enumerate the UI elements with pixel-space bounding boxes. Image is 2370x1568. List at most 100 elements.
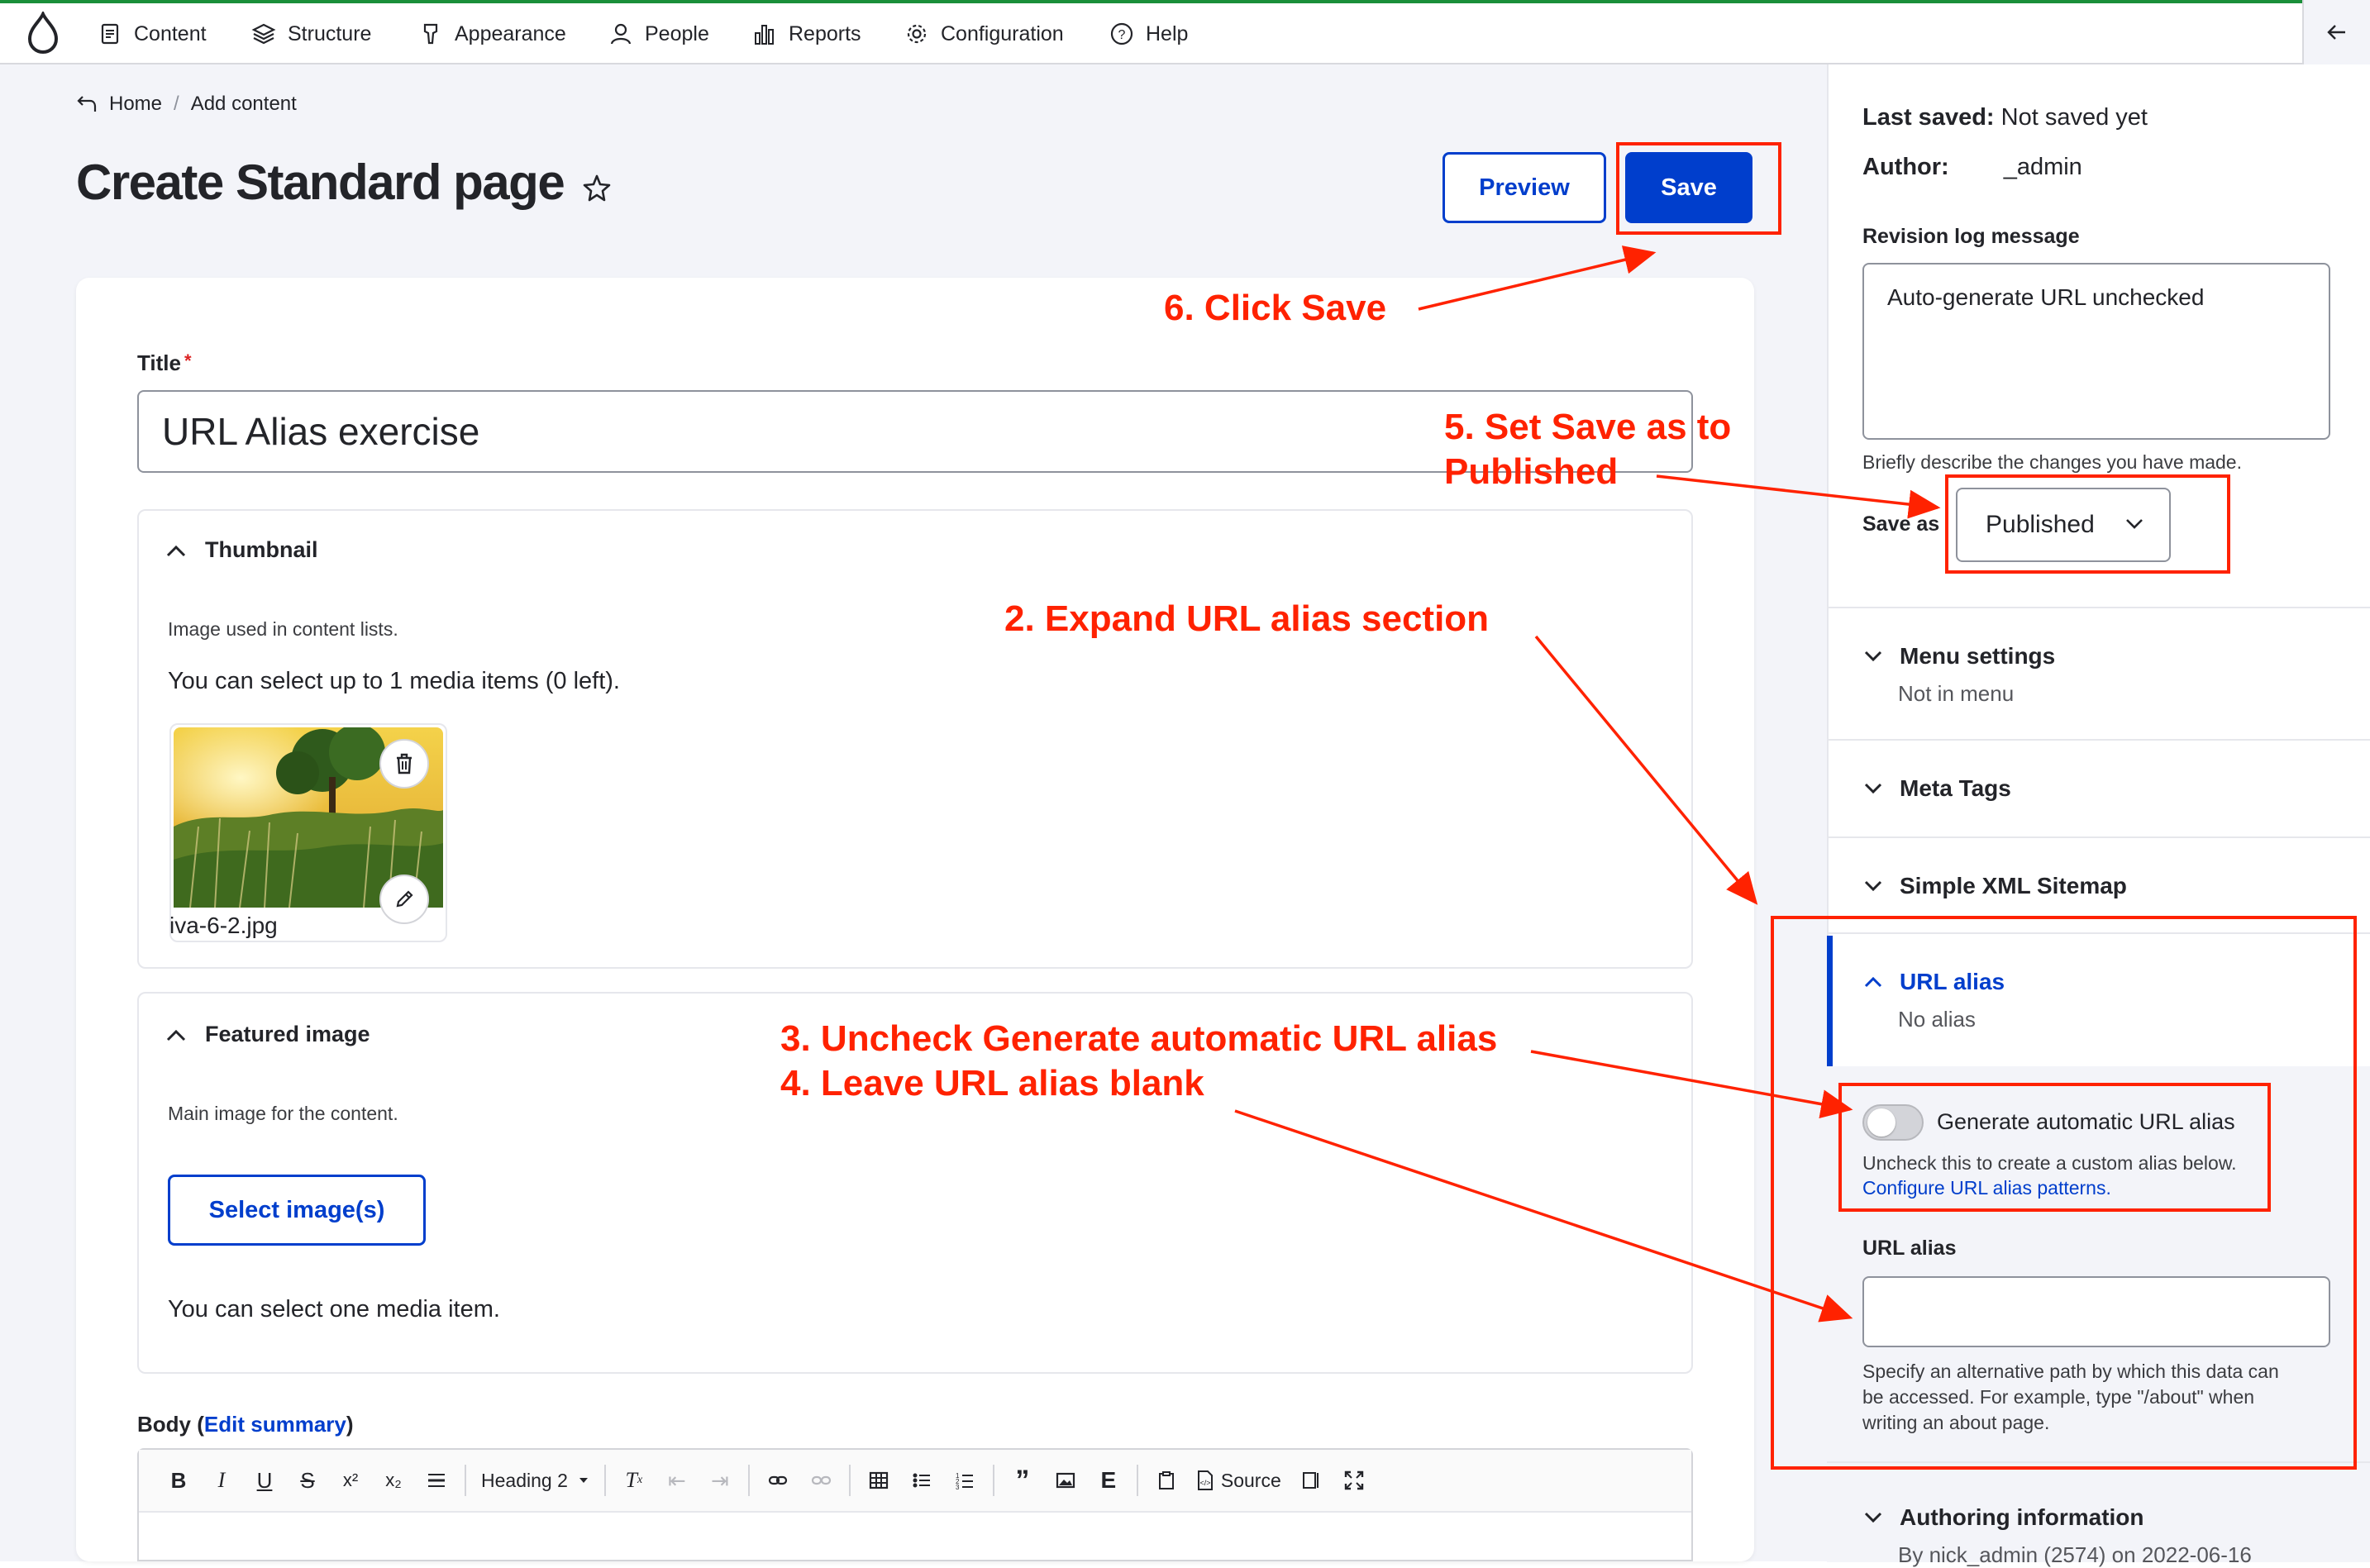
- heading-select[interactable]: Heading 2: [473, 1470, 598, 1492]
- thumbnail-filename: iva-6-2.jpg: [169, 913, 278, 938]
- save-as-label: Save as: [1862, 512, 1940, 536]
- thumbnail-limit-text: You can select up to 1 media items (0 le…: [168, 668, 620, 694]
- heading-select-value: Heading 2: [481, 1469, 568, 1491]
- toolbar-separator: [848, 1465, 851, 1496]
- bold-button[interactable]: B: [157, 1459, 200, 1502]
- author: Author: _admin: [1862, 154, 2082, 180]
- breadcrumb-home-link[interactable]: Home: [109, 93, 162, 116]
- italic-button[interactable]: I: [200, 1459, 243, 1502]
- thumbnail-description: Image used in content lists.: [168, 618, 398, 640]
- authoring-summary: By nick_admin (2574) on 2022-06-16: [1898, 1542, 2252, 1567]
- subscript-button[interactable]: x₂: [372, 1459, 415, 1502]
- svg-text:?: ?: [1118, 28, 1126, 42]
- table-icon[interactable]: [857, 1459, 900, 1502]
- featured-image-description: Main image for the content.: [168, 1103, 398, 1124]
- page-title: Create Standard page: [76, 155, 565, 210]
- drupal-logo-icon[interactable]: [25, 12, 61, 55]
- annotation-step3: 3. Uncheck Generate automatic URL alias …: [780, 1018, 1498, 1103]
- remove-media-button[interactable]: [379, 739, 429, 789]
- bar-chart-icon: [755, 25, 774, 45]
- sitemap-toggle[interactable]: Simple XML Sitemap: [1863, 873, 2127, 899]
- star-icon[interactable]: [580, 172, 613, 205]
- toolbar-separator: [747, 1465, 750, 1496]
- featured-image-note: You can select one media item.: [168, 1296, 500, 1323]
- menu-settings-title: Menu settings: [1900, 643, 2056, 669]
- breadcrumb: Home / Add content: [76, 93, 297, 116]
- meta-tags-title: Meta Tags: [1900, 775, 2011, 801]
- featured-image-toggle[interactable]: Featured image: [165, 1022, 370, 1047]
- toolbar-separator: [1136, 1465, 1138, 1496]
- strikethrough-button[interactable]: S: [286, 1459, 329, 1502]
- required-marker: *: [184, 350, 192, 371]
- edit-media-button[interactable]: [379, 875, 429, 924]
- outdent-icon[interactable]: ⇤: [656, 1459, 699, 1502]
- indent-icon[interactable]: ⇥: [699, 1459, 742, 1502]
- annotation-step6: 6. Click Save: [1164, 288, 1387, 328]
- editor-toolbar: B I U S x² x₂ Heading 2 Tx ⇤ ⇥ 123 ” E <…: [139, 1450, 1691, 1513]
- unlink-icon[interactable]: [799, 1459, 842, 1502]
- chevron-down-icon: [1864, 783, 1882, 794]
- meta-tags-toggle[interactable]: Meta Tags: [1863, 775, 2011, 802]
- nav-appearance[interactable]: Appearance: [418, 3, 566, 64]
- blockquote-icon[interactable]: ”: [1001, 1459, 1044, 1502]
- entity-embed-icon[interactable]: E: [1087, 1459, 1130, 1502]
- source-icon: </>: [1197, 1470, 1213, 1490]
- breadcrumb-current: Add content: [190, 93, 297, 115]
- authoring-title: Authoring information: [1900, 1504, 2144, 1530]
- help-icon: ?: [1110, 22, 1133, 45]
- nav-help[interactable]: ? Help: [1109, 3, 1188, 64]
- revision-log-textarea[interactable]: Auto-generate URL unchecked: [1862, 263, 2330, 440]
- source-label: Source: [1220, 1469, 1281, 1491]
- sidebar-divider: [1827, 836, 2370, 838]
- revision-log-help: Briefly describe the changes you have ma…: [1862, 451, 2242, 473]
- back-arrow-icon: [77, 96, 97, 112]
- chevron-up-icon: [166, 1029, 186, 1041]
- numbered-list-icon[interactable]: 123: [943, 1459, 986, 1502]
- bulleted-list-icon[interactable]: [900, 1459, 943, 1502]
- nav-label: Help: [1146, 21, 1189, 45]
- edit-summary-link[interactable]: Edit summary: [204, 1412, 346, 1437]
- image-icon[interactable]: [1044, 1459, 1087, 1502]
- authoring-toggle[interactable]: Authoring information: [1863, 1504, 2144, 1531]
- gear-icon: [907, 24, 927, 44]
- nav-structure[interactable]: Structure: [251, 3, 371, 64]
- remove-format-button[interactable]: Tx: [613, 1459, 656, 1502]
- source-button[interactable]: </> Source: [1188, 1470, 1290, 1492]
- person-icon: [610, 23, 632, 45]
- revision-log-label: Revision log message: [1862, 225, 2080, 248]
- menu-settings-toggle[interactable]: Menu settings: [1863, 643, 2055, 670]
- svg-text:3: 3: [956, 1484, 960, 1491]
- last-saved: Last saved: Not saved yet: [1862, 104, 2148, 131]
- link-icon[interactable]: [756, 1459, 799, 1502]
- annotation-step5: 5. Set Save as to Published: [1444, 407, 1732, 492]
- nav-label: Content: [134, 21, 207, 45]
- superscript-button[interactable]: x²: [329, 1459, 372, 1502]
- arrow-left-icon: [2327, 25, 2345, 40]
- toolbar-separator: [992, 1465, 994, 1496]
- underline-button[interactable]: U: [243, 1459, 286, 1502]
- sitemap-title: Simple XML Sitemap: [1900, 873, 2127, 898]
- preview-button[interactable]: Preview: [1443, 152, 1606, 223]
- title-label: Title *: [137, 350, 192, 375]
- nav-label: Configuration: [941, 21, 1064, 45]
- paste-icon[interactable]: [1145, 1459, 1188, 1502]
- svg-text:</>: </>: [1199, 1479, 1210, 1487]
- thumbnail-toggle[interactable]: Thumbnail: [165, 537, 318, 563]
- horizontal-line-icon[interactable]: [415, 1459, 458, 1502]
- chevron-down-icon: [1864, 880, 1882, 892]
- nav-content[interactable]: Content: [98, 3, 207, 64]
- nav-people[interactable]: People: [608, 3, 709, 64]
- thumbnail-heading: Thumbnail: [205, 537, 318, 562]
- show-blocks-icon[interactable]: [1290, 1459, 1333, 1502]
- caret-down-icon: [579, 1478, 588, 1483]
- trash-icon: [397, 753, 412, 774]
- nav-configuration[interactable]: Configuration: [904, 3, 1064, 64]
- fullscreen-icon[interactable]: [1333, 1459, 1376, 1502]
- nav-label: Structure: [288, 21, 372, 45]
- sidebar-divider: [1827, 607, 2370, 608]
- collapse-sidebar-button[interactable]: [2302, 0, 2370, 64]
- select-images-button[interactable]: Select image(s): [168, 1175, 426, 1246]
- nav-reports[interactable]: Reports: [752, 3, 861, 64]
- nav-label: Appearance: [455, 21, 566, 45]
- layers-icon: [251, 23, 276, 45]
